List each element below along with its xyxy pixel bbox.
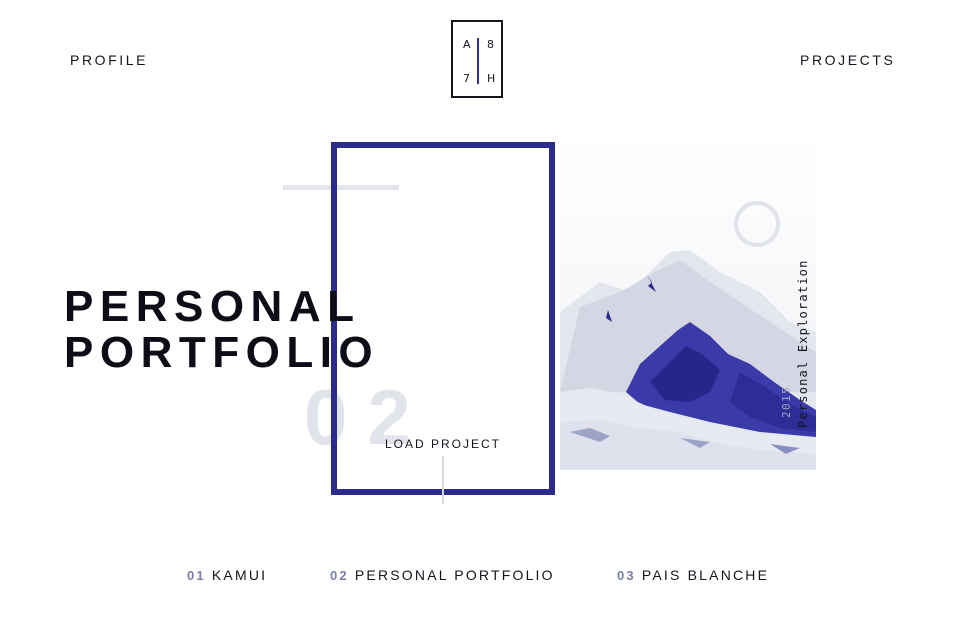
project-item-label: PERSONAL PORTFOLIO [354,567,555,583]
nav-projects-link[interactable]: PROJECTS [800,52,895,68]
project-year: 2015 [780,385,793,418]
project-image [560,132,816,470]
decorative-line-vertical [442,456,444,504]
project-item-kamui[interactable]: 01 KAMUI [187,567,267,583]
logo[interactable]: A 8 7 H [451,20,503,98]
logo-divider [477,38,479,84]
project-subtitle: Personal Exploration [796,259,810,429]
logo-letter-h: H [487,72,496,85]
logo-digit-8: 8 [487,38,494,51]
load-project-button[interactable]: LOAD PROJECT [385,437,501,451]
hero-title-line2: PORTFOLIO [64,328,380,377]
project-item-label: KAMUI [211,567,268,583]
nav-profile-link[interactable]: PROFILE [70,52,148,68]
project-item-label: PAIS BLANCHE [641,567,770,583]
project-item-personal-portfolio[interactable]: 02 PERSONAL PORTFOLIO [330,567,555,583]
hero-title-line1: PERSONAL [64,282,361,331]
project-item-number: 02 [330,568,349,583]
logo-letter-a: A [463,38,471,51]
mountain-illustration [560,132,816,470]
project-item-number: 01 [187,568,206,583]
logo-digit-7: 7 [463,72,470,85]
decorative-circle [734,201,780,247]
project-item-number: 03 [617,568,636,583]
hero-title: PERSONAL PORTFOLIO [64,284,379,376]
project-item-pais-blanche[interactable]: 03 PAIS BLANCHE [617,567,769,583]
